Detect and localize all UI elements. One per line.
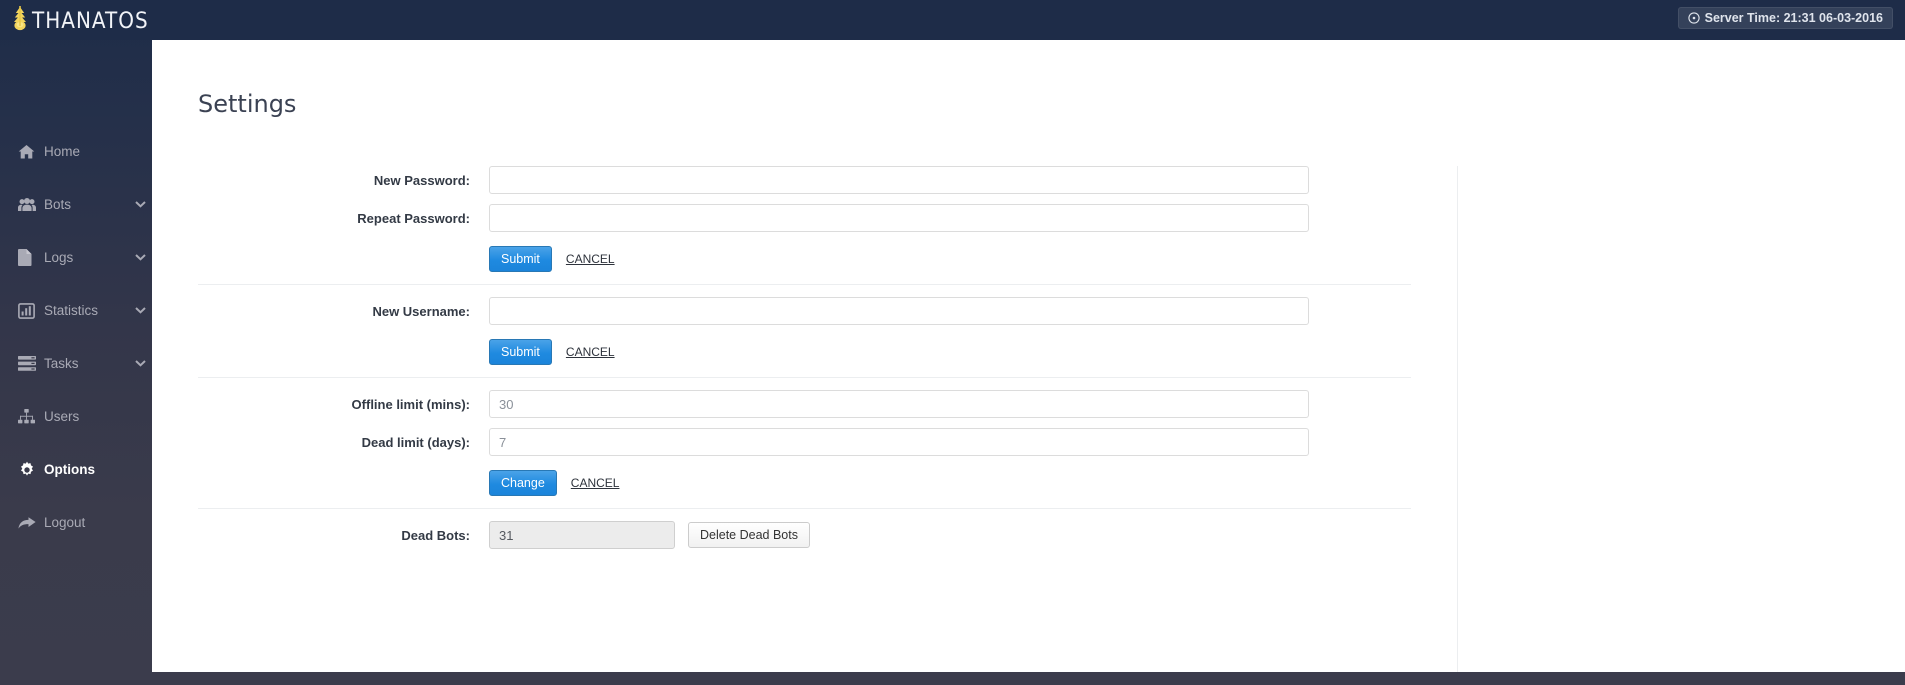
top-header-bar: THANATOS Server Time: 21:31 06-03-2016: [0, 0, 1905, 40]
username-actions: Submit CANCEL: [152, 339, 1457, 365]
app-root: THANATOS Server Time: 21:31 06-03-2016 H: [0, 0, 1905, 685]
offline-limit-row: Offline limit (mins):: [152, 390, 1457, 418]
chevron-down-icon[interactable]: [128, 254, 152, 261]
password-actions: Submit CANCEL: [152, 246, 1457, 272]
change-limits-button[interactable]: Change: [489, 470, 557, 496]
page-title: Settings: [198, 90, 297, 118]
repeat-password-field-wrap: [489, 204, 1309, 232]
share-arrow-icon: [18, 516, 44, 530]
settings-form-container: New Password: Repeat Password: Submit CA…: [152, 166, 1458, 672]
server-time-text: Server Time: 21:31 06-03-2016: [1704, 11, 1883, 25]
submit-password-button[interactable]: Submit: [489, 246, 552, 272]
sidebar-item-logs[interactable]: Logs: [0, 231, 152, 284]
chevron-down-icon[interactable]: [128, 307, 152, 314]
clock-icon: [1687, 12, 1700, 24]
offline-limit-field-wrap: [489, 390, 1309, 418]
cancel-username-link[interactable]: CANCEL: [566, 345, 615, 359]
delete-dead-bots-button[interactable]: Delete Dead Bots: [688, 522, 810, 548]
repeat-password-input[interactable]: [489, 204, 1309, 232]
new-username-label: New Username:: [372, 303, 470, 319]
sidebar-item-label: Home: [44, 144, 81, 159]
bar-chart-icon: [18, 302, 44, 319]
sidebar-item-label: Statistics: [44, 303, 99, 318]
repeat-password-row: Repeat Password:: [152, 204, 1457, 232]
repeat-password-label: Repeat Password:: [357, 210, 470, 226]
sidebar-item-tasks[interactable]: Tasks: [0, 337, 152, 390]
gear-icon: [18, 461, 44, 479]
dead-limit-label: Dead limit (days):: [361, 434, 470, 450]
cancel-limits-link[interactable]: CANCEL: [571, 476, 620, 490]
sidebar-item-label: Options: [44, 462, 95, 477]
sidebar-item-home[interactable]: Home: [0, 125, 161, 178]
limits-section: Offline limit (mins): Dead limit (days):…: [152, 390, 1457, 496]
cancel-password-link[interactable]: CANCEL: [566, 252, 615, 266]
new-password-input[interactable]: [489, 166, 1309, 194]
dead-bots-row: Dead Bots: Delete Dead Bots: [152, 521, 1457, 549]
dead-limit-input[interactable]: [489, 428, 1309, 456]
sidebar-item-statistics[interactable]: Statistics: [0, 284, 152, 337]
new-password-label: New Password:: [373, 172, 470, 188]
username-section: New Username: Submit CANCEL: [152, 297, 1457, 365]
sidebar-item-label: Tasks: [44, 356, 79, 371]
chevron-down-icon[interactable]: [128, 360, 152, 367]
new-username-row: New Username:: [152, 297, 1457, 325]
sitemap-icon: [18, 409, 44, 424]
home-icon: [18, 144, 44, 160]
file-icon: [18, 249, 44, 266]
new-password-field-wrap: [489, 166, 1309, 194]
sidebar-nav: Home Bots Logs Statistics Tasks Users Op…: [0, 40, 161, 549]
password-section: New Password: Repeat Password: Submit CA…: [152, 166, 1457, 272]
server-time-badge: Server Time: 21:31 06-03-2016: [1677, 7, 1893, 29]
limits-actions: Change CANCEL: [152, 470, 1457, 496]
sidebar-item-label: Users: [44, 409, 80, 424]
dead-bots-section: Dead Bots: Delete Dead Bots: [152, 521, 1457, 549]
content-panel: Settings New Password: Repeat Password:: [152, 40, 1905, 672]
brand-logo[interactable]: THANATOS: [10, 0, 149, 40]
dead-limit-field-wrap: [489, 428, 1309, 456]
server-icon: [18, 356, 44, 371]
sidebar-item-label: Bots: [44, 197, 72, 212]
brand-title: THANATOS: [32, 6, 149, 34]
section-divider: [198, 284, 1411, 285]
dead-bots-label: Dead Bots:: [401, 527, 470, 543]
section-divider: [198, 377, 1411, 378]
sidebar-item-options[interactable]: Options: [0, 443, 152, 496]
users-group-icon: [18, 197, 44, 212]
sidebar-item-label: Logout: [44, 515, 86, 530]
offline-limit-input[interactable]: [489, 390, 1309, 418]
sidebar-item-logout[interactable]: Logout: [0, 496, 152, 549]
section-divider: [198, 508, 1411, 509]
thanatos-logo-icon: [10, 4, 30, 37]
dead-bots-count-input: [489, 521, 675, 549]
sidebar-item-label: Logs: [44, 250, 74, 265]
sidebar: Home Bots Logs Statistics Tasks Users Op…: [0, 40, 161, 685]
sidebar-item-users[interactable]: Users: [0, 390, 152, 443]
submit-username-button[interactable]: Submit: [489, 339, 552, 365]
new-username-input[interactable]: [489, 297, 1309, 325]
dead-bots-field-wrap: Delete Dead Bots: [489, 521, 810, 549]
dead-limit-row: Dead limit (days):: [152, 428, 1457, 456]
chevron-down-icon[interactable]: [128, 201, 152, 208]
new-username-field-wrap: [489, 297, 1309, 325]
new-password-row: New Password:: [152, 166, 1457, 194]
offline-limit-label: Offline limit (mins):: [351, 396, 470, 412]
sidebar-item-bots[interactable]: Bots: [0, 178, 152, 231]
